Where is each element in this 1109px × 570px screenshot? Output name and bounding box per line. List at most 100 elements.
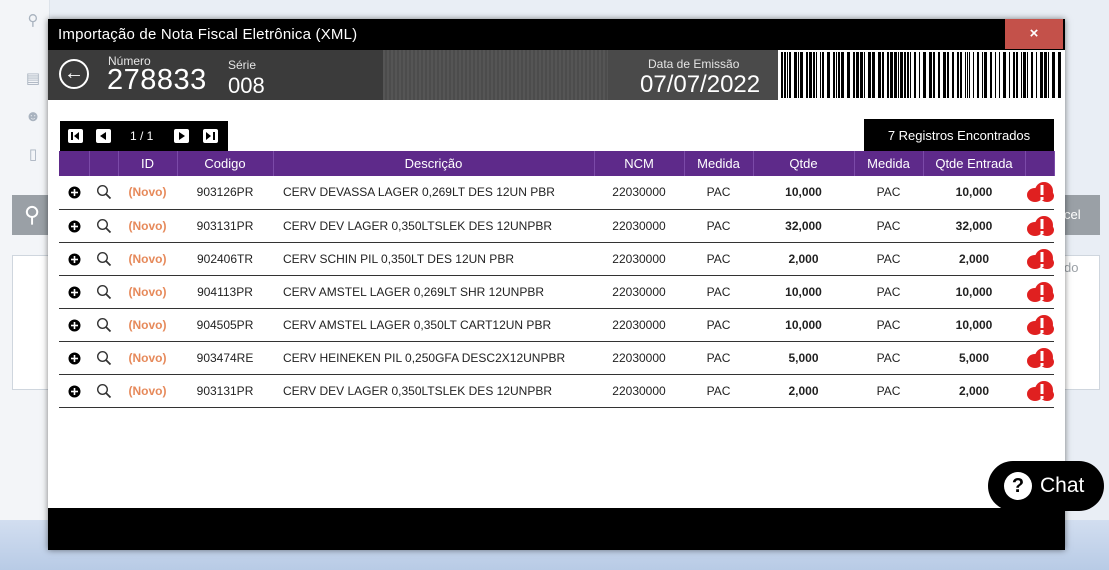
table-row[interactable]: (Novo) 903126PR CERV DEVASSA LAGER 0,269LT… [59, 176, 1054, 210]
close-button[interactable]: × [1005, 19, 1063, 49]
item-qtde-entrada: 10,000 [923, 275, 1025, 309]
document-icon[interactable]: ▤ [24, 70, 42, 88]
item-medida: PAC [684, 209, 753, 243]
prev-page-button[interactable] [96, 129, 111, 143]
column-header[interactable]: ID [118, 151, 178, 176]
alert-cloud-icon [1026, 215, 1054, 236]
barcode-bar [847, 52, 850, 98]
alert-button[interactable] [1025, 374, 1054, 408]
barcode-bar [798, 52, 799, 98]
column-header[interactable]: Codigo [177, 151, 274, 176]
barcode-bar [943, 52, 946, 98]
alert-button[interactable] [1025, 242, 1054, 276]
barcode-bar [1003, 52, 1006, 98]
users-icon[interactable]: ☻ [24, 108, 42, 126]
barcode-bar [872, 52, 875, 98]
barcode-bar [982, 52, 983, 98]
barcode-bar [957, 52, 959, 98]
table-row[interactable]: (Novo) 903474RE CERV HEINEKEN PIL 0,250GFA… [59, 341, 1054, 375]
item-id: (Novo) [118, 374, 177, 408]
view-item-button[interactable] [89, 242, 118, 276]
search-magnifier-icon [96, 317, 111, 332]
column-header[interactable]: Medida [854, 151, 924, 176]
item-descricao: CERV DEV LAGER 0,350LTSLEK DES 12UNPBR [273, 374, 594, 408]
column-header[interactable]: Medida [684, 151, 754, 176]
barcode-bar [923, 52, 926, 98]
alert-button[interactable] [1025, 341, 1054, 375]
item-ncm: 22030000 [594, 341, 684, 375]
column-header[interactable] [1025, 151, 1055, 176]
barcode-bar [781, 52, 783, 98]
column-header[interactable]: NCM [594, 151, 685, 176]
barcode-bar [1036, 52, 1037, 98]
column-header[interactable] [89, 151, 119, 176]
expand-plus-icon [68, 286, 80, 299]
last-page-button[interactable] [203, 129, 218, 143]
expand-row-button[interactable] [59, 341, 89, 375]
barcode-bar [816, 52, 817, 98]
chat-button[interactable]: ? Chat [988, 461, 1104, 511]
alert-button[interactable] [1025, 308, 1054, 342]
expand-row-button[interactable] [59, 242, 89, 276]
alert-button[interactable] [1025, 176, 1054, 210]
item-medida: PAC [684, 308, 753, 342]
item-medida: PAC [684, 275, 753, 309]
barcode-bar [1048, 52, 1049, 98]
expand-row-button[interactable] [59, 209, 89, 243]
background-panel-right [1060, 255, 1100, 390]
barcode-bar [910, 52, 911, 98]
background-cancel-button[interactable]: cel [1060, 195, 1100, 235]
item-codigo: 903126PR [177, 176, 273, 210]
view-item-button[interactable] [89, 209, 118, 243]
barcode-bar [878, 52, 881, 98]
barcode-bar [1052, 52, 1055, 98]
column-header[interactable]: Descrição [273, 151, 595, 176]
barcode-bar [800, 52, 803, 98]
view-item-button[interactable] [89, 308, 118, 342]
item-qtde-entrada: 5,000 [923, 341, 1025, 375]
alert-button[interactable] [1025, 275, 1054, 309]
data-emissao-value: 07/07/2022 [640, 71, 761, 98]
search-magnifier-icon [96, 185, 111, 200]
basket-icon[interactable]: ▯ [24, 146, 42, 164]
table-row[interactable]: (Novo) 904113PR CERV AMSTEL LAGER 0,269LT … [59, 275, 1054, 309]
barcode-bar [965, 52, 966, 98]
view-item-button[interactable] [89, 275, 118, 309]
item-codigo: 904505PR [177, 308, 273, 342]
serie-label: Série [228, 58, 257, 72]
item-descricao: CERV DEVASSA LAGER 0,269LT DES 12UN PBR [273, 176, 594, 210]
expand-row-button[interactable] [59, 308, 89, 342]
column-header[interactable] [59, 151, 90, 176]
modal-footer [48, 508, 1065, 550]
background-panel-left [12, 255, 52, 390]
next-page-button[interactable] [174, 129, 189, 143]
item-qtde: 10,000 [753, 275, 854, 309]
view-item-button[interactable] [89, 176, 118, 210]
table-row[interactable]: (Novo) 902406TR CERV SCHIN PIL 0,350LT DES… [59, 242, 1054, 276]
expand-row-button[interactable] [59, 176, 89, 210]
barcode-bar [856, 52, 859, 98]
table-row[interactable]: (Novo) 904505PR CERV AMSTEL LAGER 0,350LT … [59, 308, 1054, 342]
item-descricao: CERV AMSTEL LAGER 0,350LT CART12UN PBR [273, 308, 594, 342]
column-header[interactable]: Qtde Entrada [923, 151, 1026, 176]
background-search-button[interactable]: ⚲ [12, 195, 52, 235]
prev-page-icon [100, 132, 106, 140]
back-arrow-icon[interactable]: ← [59, 59, 89, 89]
alert-button[interactable] [1025, 209, 1054, 243]
table-row[interactable]: (Novo) 903131PR CERV DEV LAGER 0,350LTSLEK… [59, 209, 1054, 243]
table-row[interactable]: (Novo) 903131PR CERV DEV LAGER 0,350LTSLEK… [59, 374, 1054, 408]
item-codigo: 903131PR [177, 209, 273, 243]
barcode-bar [1021, 52, 1022, 98]
expand-row-button[interactable] [59, 275, 89, 309]
item-codigo: 902406TR [177, 242, 273, 276]
search-icon[interactable]: ⚲ [24, 12, 42, 30]
view-item-button[interactable] [89, 374, 118, 408]
expand-row-button[interactable] [59, 374, 89, 408]
page-indicator: 1 / 1 [130, 129, 154, 143]
column-header[interactable]: Qtde [753, 151, 855, 176]
barcode-bar [933, 52, 935, 98]
view-item-button[interactable] [89, 341, 118, 375]
first-page-button[interactable] [68, 129, 83, 143]
item-qtde-entrada: 2,000 [923, 374, 1025, 408]
search-magnifier-icon [96, 218, 111, 233]
